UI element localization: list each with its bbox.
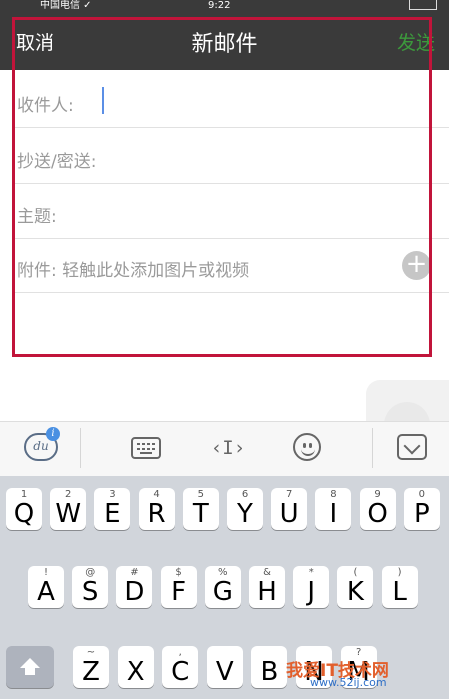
key-f[interactable]: $ F xyxy=(160,566,197,608)
key-z[interactable]: ~ Z xyxy=(73,646,109,688)
key-label: O xyxy=(367,499,388,529)
key-label: F xyxy=(171,577,187,607)
key-u[interactable]: 7U xyxy=(271,488,308,530)
key-g[interactable]: % G xyxy=(204,566,241,608)
key-s[interactable]: @ S xyxy=(72,566,109,608)
keyboard-toolbar: du i ‹I› xyxy=(0,421,449,476)
key-j[interactable]: * J xyxy=(293,566,330,608)
smiley-icon xyxy=(293,433,321,461)
toolbar-divider xyxy=(372,428,373,468)
key-x[interactable]: X xyxy=(117,646,154,688)
key-label: K xyxy=(346,577,364,607)
key-r[interactable]: 4R xyxy=(138,488,175,530)
key-label: Y xyxy=(237,499,253,529)
keyboard-switch-button[interactable] xyxy=(131,431,163,465)
shift-arrow-stem xyxy=(25,667,35,675)
key-label: H xyxy=(257,577,277,607)
key-label: I xyxy=(329,499,338,529)
chevron-down-icon xyxy=(397,434,427,460)
key-v[interactable]: V xyxy=(206,646,243,688)
key-label: R xyxy=(147,499,166,529)
clock: 9:22 xyxy=(208,0,231,11)
key-label: G xyxy=(212,577,233,607)
key-label: B xyxy=(260,657,279,687)
key-d[interactable]: # D xyxy=(116,566,153,608)
key-label: S xyxy=(81,577,99,607)
battery-icon xyxy=(409,0,437,10)
key-label: U xyxy=(279,499,299,529)
cursor-move-icon: ‹I› xyxy=(210,437,246,459)
key-e[interactable]: 3E xyxy=(94,488,131,530)
hide-keyboard-button[interactable] xyxy=(397,431,429,465)
watermark-url: www.52ij.com xyxy=(310,676,387,689)
key-y[interactable]: 6Y xyxy=(227,488,263,530)
key-label: T xyxy=(192,499,209,529)
key-label: D xyxy=(124,577,145,607)
key-label: C xyxy=(171,657,190,687)
key-h[interactable]: & H xyxy=(249,566,285,608)
shift-key[interactable] xyxy=(6,646,54,688)
emoji-button[interactable] xyxy=(293,431,323,465)
key-label: Z xyxy=(82,657,100,687)
toolbar-divider xyxy=(80,428,81,468)
key-label: V xyxy=(215,657,234,687)
info-badge-icon: i xyxy=(46,427,60,441)
key-label: W xyxy=(55,499,82,529)
key-label: L xyxy=(392,577,407,607)
key-a[interactable]: ! A xyxy=(28,566,64,608)
keyboard-icon xyxy=(131,437,161,459)
key-c[interactable]: ,C xyxy=(162,646,199,688)
carrier-label: 中国电信 ✓ xyxy=(40,0,92,11)
highlight-box xyxy=(12,17,432,357)
key-label: E xyxy=(104,499,121,529)
key-w[interactable]: 2W xyxy=(50,488,87,530)
key-label: J xyxy=(307,577,316,607)
key-label: Q xyxy=(13,499,35,529)
key-label: A xyxy=(37,577,55,607)
baidu-input-logo-button[interactable]: du i xyxy=(24,427,60,465)
key-k[interactable]: (K xyxy=(337,566,374,608)
key-q[interactable]: 1Q xyxy=(6,488,42,530)
key-o[interactable]: 9O xyxy=(359,488,396,530)
status-bar: 中国电信 ✓ 9:22 xyxy=(0,0,449,14)
key-i[interactable]: 8I xyxy=(315,488,352,530)
key-b[interactable]: B xyxy=(251,646,288,688)
key-label: P xyxy=(413,499,430,529)
key-t[interactable]: 5T xyxy=(182,488,219,530)
key-label: X xyxy=(126,657,145,687)
key-p[interactable]: 0P xyxy=(403,488,440,530)
cursor-move-button[interactable]: ‹I› xyxy=(207,431,249,465)
key-l[interactable]: ) L xyxy=(381,566,418,608)
